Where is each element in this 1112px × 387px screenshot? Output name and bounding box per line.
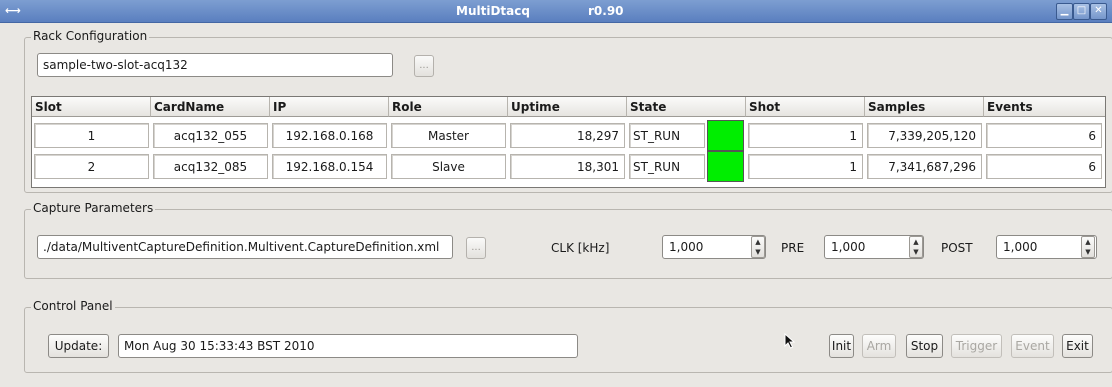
rack-config-input[interactable]: sample-two-slot-acq132 xyxy=(37,53,393,77)
minimize-button[interactable]: ▁ xyxy=(1056,3,1073,20)
cell-shot[interactable]: 1 xyxy=(748,123,863,148)
exit-button[interactable]: Exit xyxy=(1062,334,1093,358)
spin-arrows-icon[interactable]: ▲ ▼ xyxy=(1081,236,1095,258)
cell-slot[interactable]: 2 xyxy=(34,154,149,179)
header-slot[interactable]: Slot xyxy=(32,97,151,117)
header-state[interactable]: State xyxy=(627,97,746,117)
timestamp-field: Mon Aug 30 15:33:43 BST 2010 xyxy=(118,334,578,358)
header-shot[interactable]: Shot xyxy=(746,97,865,117)
state-indicator xyxy=(707,151,744,182)
capture-definition-input[interactable]: ./data/MultiventCaptureDefinition.Multiv… xyxy=(37,235,453,259)
state-indicator xyxy=(707,120,744,151)
capture-browse-button[interactable]: ... xyxy=(466,237,486,259)
spin-arrows-icon[interactable]: ▲ ▼ xyxy=(751,236,765,258)
header-ip[interactable]: IP xyxy=(270,97,389,117)
header-samples[interactable]: Samples xyxy=(865,97,984,117)
cell-events[interactable]: 6 xyxy=(986,123,1102,148)
cell-uptime[interactable]: 18,297 xyxy=(510,123,625,148)
post-label: POST xyxy=(941,241,973,255)
event-button[interactable]: Event xyxy=(1011,334,1054,358)
rack-table: Slot CardName IP Role Uptime State Shot … xyxy=(31,96,1106,188)
cell-shot[interactable]: 1 xyxy=(748,154,863,179)
rack-browse-button[interactable]: ... xyxy=(414,55,434,77)
cell-slot[interactable]: 1 xyxy=(34,123,149,148)
cell-uptime[interactable]: 18,301 xyxy=(510,154,625,179)
pre-label: PRE xyxy=(781,241,805,255)
maximize-button[interactable]: □ xyxy=(1073,3,1090,20)
cell-role[interactable]: Master xyxy=(391,123,506,148)
close-button[interactable]: ✕ xyxy=(1090,3,1107,20)
cell-state[interactable]: ST_RUN xyxy=(629,123,705,148)
cell-samples[interactable]: 7,341,687,296 xyxy=(867,154,982,179)
app-icon: ⟷ xyxy=(5,4,21,17)
cell-cardname[interactable]: acq132_055 xyxy=(153,123,268,148)
arm-button[interactable]: Arm xyxy=(862,334,896,358)
init-button[interactable]: Init xyxy=(829,334,854,358)
header-role[interactable]: Role xyxy=(389,97,508,117)
spin-arrows-icon[interactable]: ▲ ▼ xyxy=(909,236,923,258)
rack-configuration-legend: Rack Configuration xyxy=(31,29,150,43)
window-version: r0.90 xyxy=(588,4,624,18)
header-cardname[interactable]: CardName xyxy=(151,97,270,117)
capture-parameters-legend: Capture Parameters xyxy=(31,201,156,215)
control-panel-legend: Control Panel xyxy=(31,299,115,313)
cell-events[interactable]: 6 xyxy=(986,154,1102,179)
stop-button[interactable]: Stop xyxy=(906,334,943,358)
header-events[interactable]: Events xyxy=(984,97,1105,117)
cell-state[interactable]: ST_RUN xyxy=(629,154,705,179)
cell-role[interactable]: Slave xyxy=(391,154,506,179)
trigger-button[interactable]: Trigger xyxy=(951,334,1002,358)
cell-cardname[interactable]: acq132_085 xyxy=(153,154,268,179)
window-title: MultiDtacq xyxy=(456,4,530,18)
header-uptime[interactable]: Uptime xyxy=(508,97,627,117)
title-bar: ⟷ MultiDtacq r0.90 ▁ □ ✕ xyxy=(0,0,1112,23)
clk-label: CLK [kHz] xyxy=(551,241,610,255)
cell-samples[interactable]: 7,339,205,120 xyxy=(867,123,982,148)
update-button[interactable]: Update: xyxy=(48,334,109,358)
mouse-cursor-icon xyxy=(784,333,796,349)
cell-ip[interactable]: 192.168.0.168 xyxy=(272,123,387,148)
cell-ip[interactable]: 192.168.0.154 xyxy=(272,154,387,179)
